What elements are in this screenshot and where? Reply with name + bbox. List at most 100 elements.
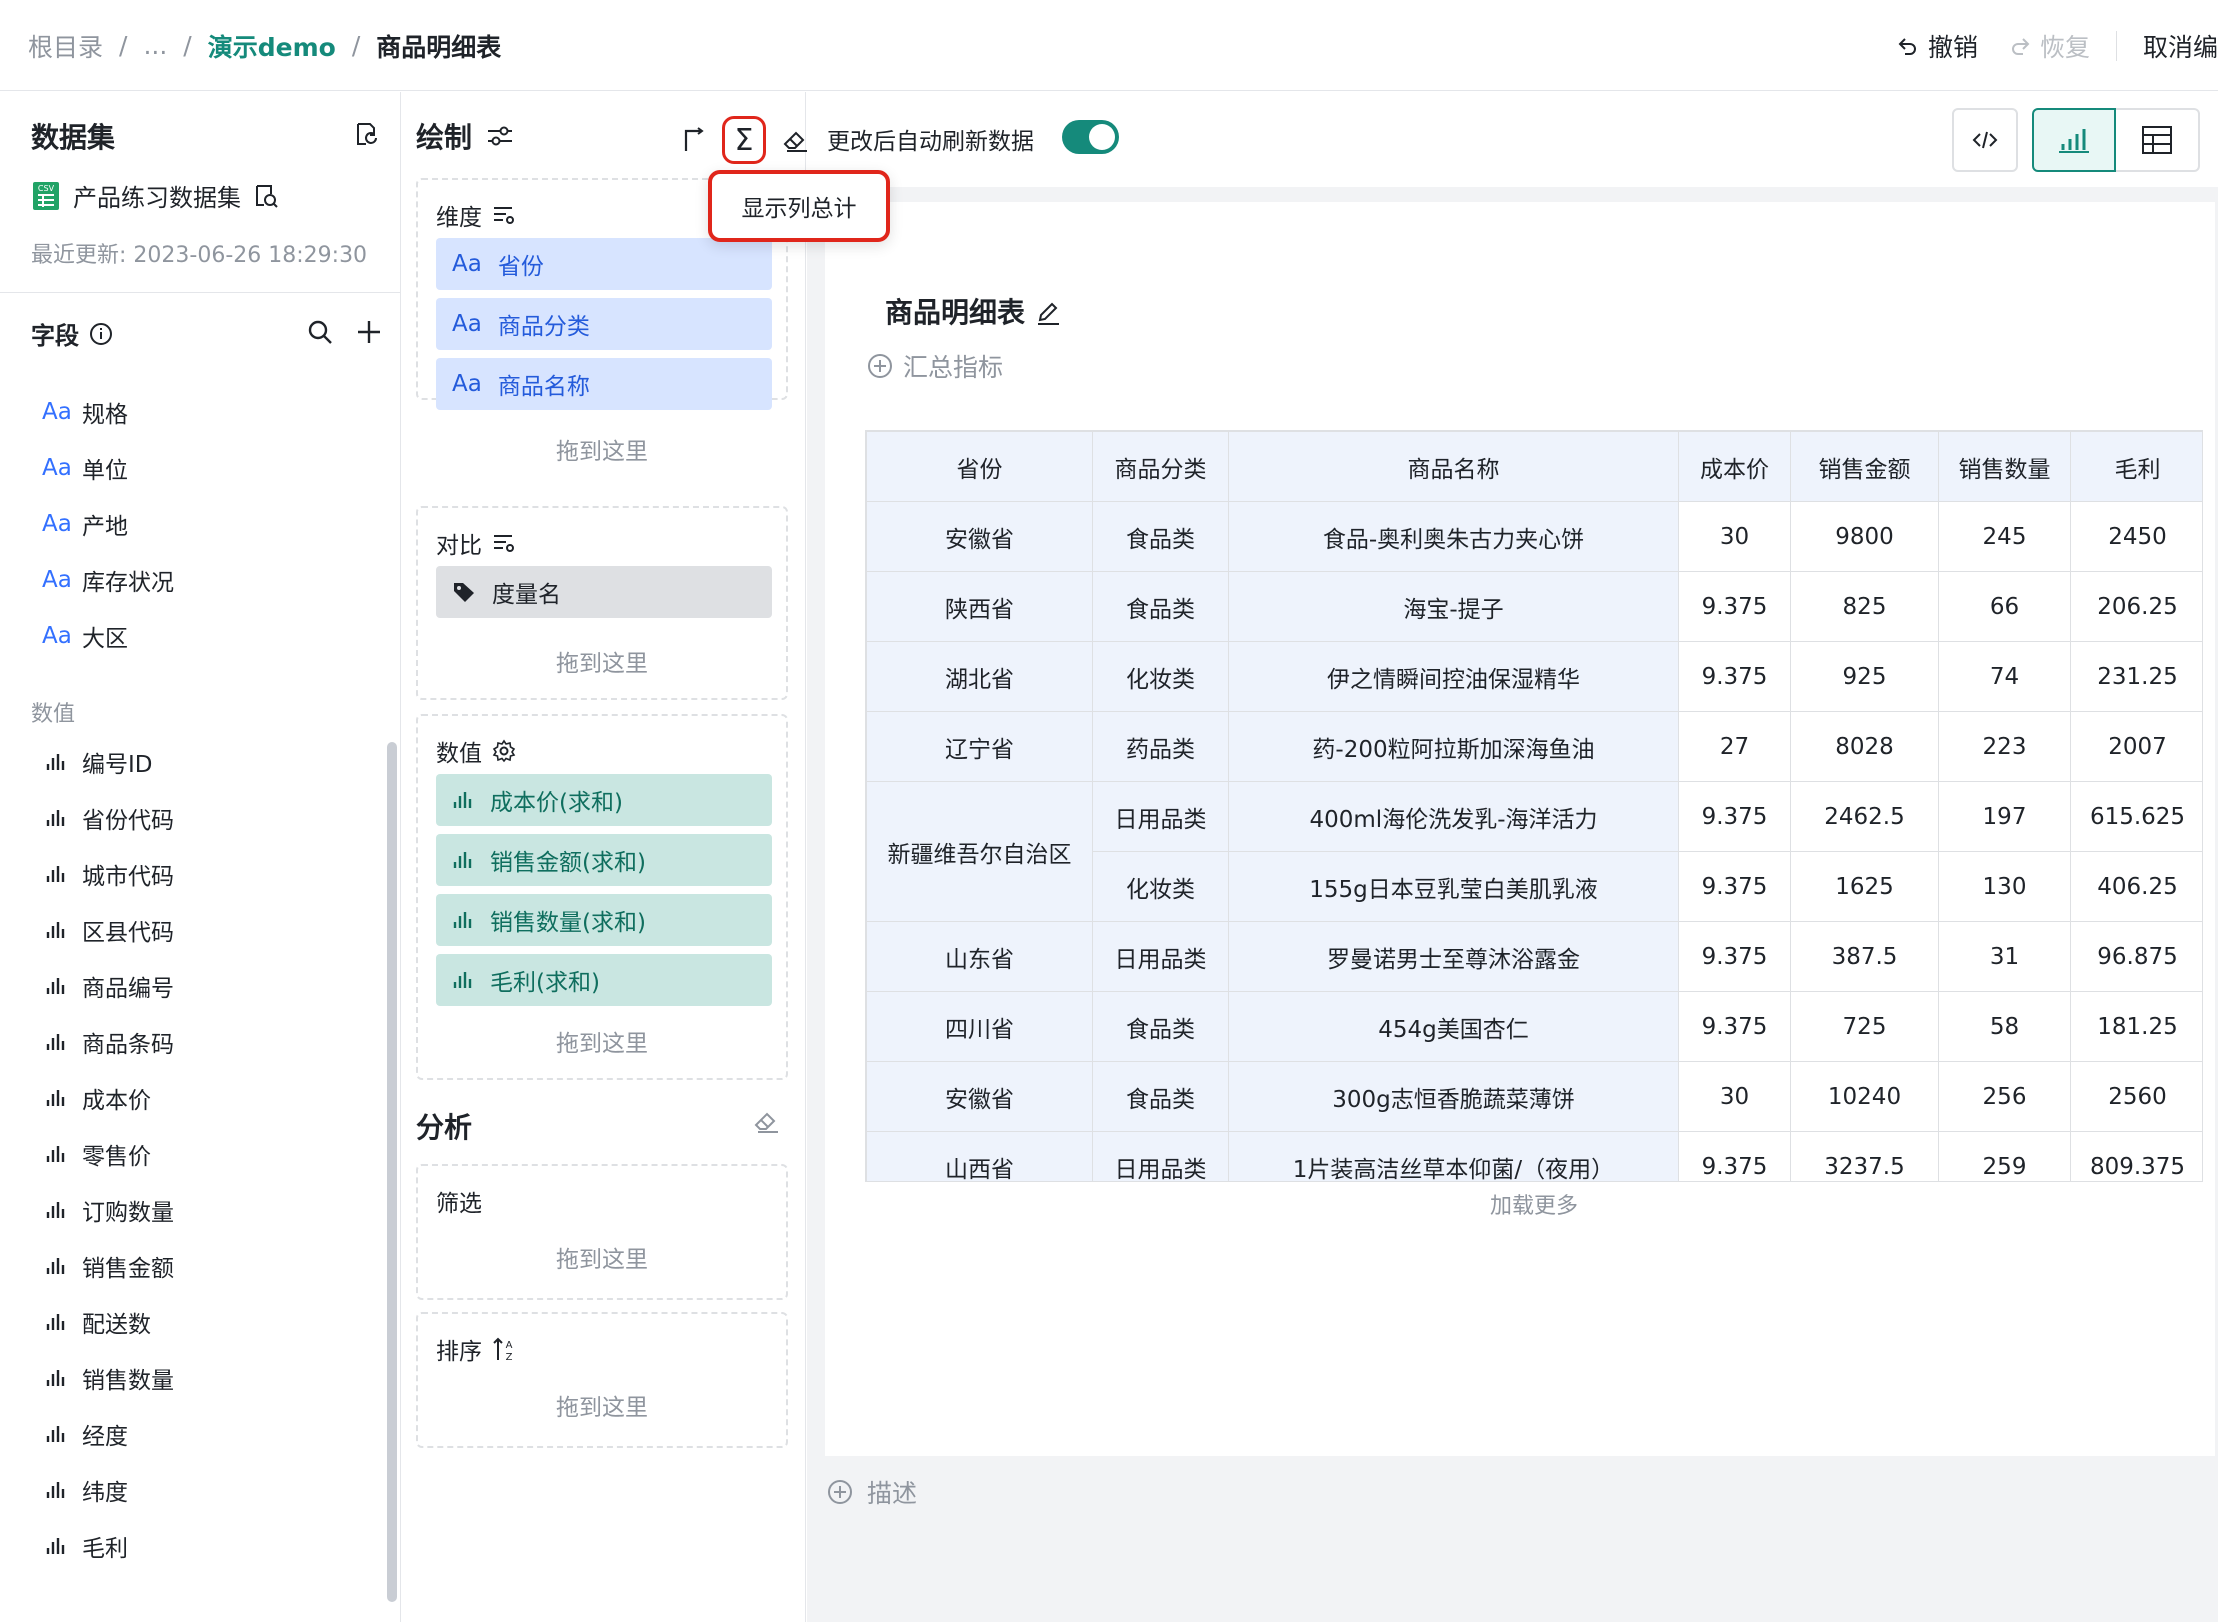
filter-dropzone[interactable]: 筛选 拖到这里 [416, 1164, 788, 1300]
column-header[interactable]: 商品分类 [1092, 431, 1229, 502]
field-item[interactable]: 成本价 [42, 1070, 174, 1126]
measure-icon [42, 1144, 70, 1164]
value-drop-hint: 拖到这里 [556, 1031, 648, 1057]
measure-icon [42, 976, 70, 996]
add-summary-metric-button[interactable]: 汇总指标 [867, 348, 1003, 384]
dataset-updated-time: 最近更新: 2023-06-26 18:29:30 [31, 243, 368, 268]
top-bar: 根目录 / ... / 演示demo / 商品明细表 撤销 恢复 取消编 [0, 0, 2218, 91]
field-item-origin[interactable]: Aa 产地 [42, 496, 174, 552]
field-item[interactable]: 区县代码 [42, 902, 174, 958]
dimension-pill-category[interactable]: Aa 商品分类 [436, 298, 772, 350]
chart-view-button[interactable] [2032, 108, 2116, 172]
field-item[interactable]: 纬度 [42, 1462, 174, 1518]
dimension-zone-title: 维度 [436, 198, 516, 232]
value-pill[interactable]: 毛利(求和) [436, 954, 772, 1006]
table-cell: 155g日本豆乳莹白美肌乳液 [1228, 851, 1679, 922]
field-item[interactable]: 城市代码 [42, 846, 174, 902]
field-item-region[interactable]: Aa 大区 [42, 608, 174, 664]
table-cell: 日用品类 [1092, 1131, 1229, 1181]
column-header[interactable]: 销售金额 [1790, 431, 1939, 502]
table-cell: 日用品类 [1092, 921, 1229, 992]
sort-dropzone[interactable]: 排序 AZ 拖到这里 [416, 1312, 788, 1448]
table-cell: 30 [1678, 501, 1791, 572]
edit-pencil-icon[interactable] [1035, 300, 1061, 326]
field-item[interactable]: 销售数量 [42, 1350, 174, 1406]
filter-zone-title: 筛选 [436, 1191, 482, 1217]
field-item[interactable]: 经度 [42, 1406, 174, 1462]
compare-pill-measure-name[interactable]: 度量名 [436, 566, 772, 618]
dataset-name[interactable]: 产品练习数据集 [73, 178, 241, 213]
eraser-icon[interactable] [752, 1108, 780, 1134]
preview-dataset-icon[interactable] [253, 183, 279, 209]
field-item[interactable]: 销售金额 [42, 1238, 174, 1294]
table-view-button[interactable] [2116, 108, 2200, 172]
text-type-icon: Aa [42, 455, 72, 481]
table-cell: 400ml海伦洗发乳-海洋活力 [1228, 781, 1679, 852]
column-header[interactable]: 销售数量 [1938, 431, 2071, 502]
add-field-icon[interactable] [355, 318, 383, 346]
add-description-button[interactable]: 描述 [827, 1474, 917, 1510]
column-header[interactable]: 毛利 [2070, 431, 2202, 502]
field-item[interactable]: 省份代码 [42, 790, 174, 846]
value-pill[interactable]: 销售数量(求和) [436, 894, 772, 946]
field-item[interactable]: 商品条码 [42, 1014, 174, 1070]
field-item-spec[interactable]: Aa 规格 [42, 384, 174, 440]
table-cell: 9.375 [1678, 571, 1791, 642]
field-label: 零售价 [82, 1144, 151, 1170]
table-cell: 3237.5 [1790, 1131, 1939, 1181]
compare-dropzone[interactable]: 对比 度量名 拖到这里 [416, 506, 788, 700]
switch-dataset-icon[interactable] [352, 120, 380, 148]
scrollbar[interactable] [387, 742, 397, 1602]
field-label: 配送数 [82, 1312, 151, 1338]
value-pill[interactable]: 销售金额(求和) [436, 834, 772, 886]
svg-text:Z: Z [506, 1352, 513, 1362]
info-icon[interactable] [89, 322, 113, 346]
dimension-pill-product[interactable]: Aa 商品名称 [436, 358, 772, 410]
divider [2115, 30, 2117, 61]
list-settings-icon[interactable] [492, 532, 516, 554]
column-header[interactable]: 成本价 [1678, 431, 1791, 502]
dimension-pill-province[interactable]: Aa 省份 [436, 238, 772, 290]
value-dropzone[interactable]: 数值 成本价(求和) 销售金额(求和) 销售数量(求和) 毛利(求和) 拖到这里 [416, 714, 788, 1080]
field-item[interactable]: 编号ID [42, 734, 174, 790]
dimension-field-list: Aa 规格 Aa 单位 Aa 产地 Aa 库存状况 Aa 大区 [42, 384, 174, 664]
breadcrumb-root[interactable]: 根目录 [28, 28, 103, 64]
field-item[interactable]: 商品编号 [42, 958, 174, 1014]
field-label: 订购数量 [82, 1200, 174, 1226]
cancel-edit-button[interactable]: 取消编 [2143, 28, 2218, 64]
sort-az-icon[interactable]: AZ [492, 1336, 516, 1362]
dataset-name-row: CSV 产品练习数据集 [31, 178, 279, 213]
undo-button[interactable]: 撤销 [1896, 28, 1978, 64]
measure-icon [42, 752, 70, 772]
show-column-total-menu-item[interactable]: 显示列总计 [708, 170, 890, 242]
field-label: 纬度 [82, 1480, 128, 1506]
code-view-button[interactable] [1952, 108, 2018, 172]
table-cell: 安徽省 [866, 501, 1093, 572]
breadcrumb-ellipsis[interactable]: ... [143, 31, 167, 60]
redo-button[interactable]: 恢复 [2008, 28, 2090, 64]
gear-icon[interactable] [492, 739, 516, 763]
column-header[interactable]: 商品名称 [1228, 431, 1679, 502]
field-label: 单位 [82, 458, 128, 484]
table-cell: 药-200粒阿拉斯加深海鱼油 [1228, 711, 1679, 782]
field-item[interactable]: 毛利 [42, 1518, 174, 1574]
value-pill[interactable]: 成本价(求和) [436, 774, 772, 826]
field-item[interactable]: 零售价 [42, 1126, 174, 1182]
breadcrumb-parent[interactable]: 演示demo [208, 28, 336, 64]
menu-item-label: 显示列总计 [741, 196, 857, 222]
chart-title-text[interactable]: 商品明细表 [885, 296, 1025, 330]
field-item[interactable]: 订购数量 [42, 1182, 174, 1238]
table-cell: 9.375 [1678, 991, 1791, 1062]
field-item-stock[interactable]: Aa 库存状况 [42, 552, 174, 608]
field-item[interactable]: 配送数 [42, 1294, 174, 1350]
load-more-link[interactable]: 加载更多 [865, 1188, 2203, 1220]
field-item-unit[interactable]: Aa 单位 [42, 440, 174, 496]
search-icon[interactable] [306, 318, 334, 346]
settings-sliders-icon[interactable] [486, 124, 514, 148]
list-settings-icon[interactable] [492, 204, 516, 226]
column-total-button[interactable]: Σ [722, 116, 766, 164]
swap-axes-button[interactable] [674, 121, 712, 159]
auto-refresh-toggle[interactable] [1062, 120, 1119, 154]
column-header[interactable]: 省份 [866, 431, 1093, 502]
table-cell: 9.375 [1678, 921, 1791, 992]
